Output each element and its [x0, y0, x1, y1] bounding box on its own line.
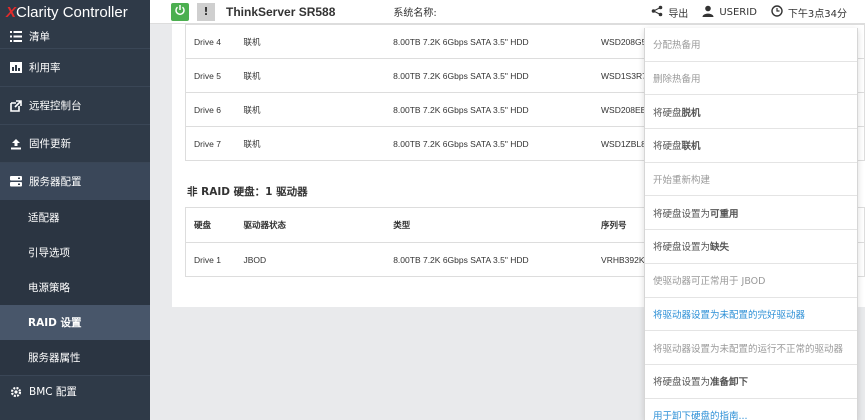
- user-label: USERID: [719, 6, 757, 18]
- sidebar-subitem-label: RAID 设置: [28, 317, 82, 329]
- drive-cell: Drive 4: [185, 24, 236, 59]
- state-cell: 联机: [235, 58, 386, 93]
- type-cell: 8.00TB 7.2K 6Gbps SATA 3.5" HDD: [385, 126, 593, 161]
- menu-item-label: 使驱动器可正常用于 JBOD: [653, 276, 766, 288]
- menu-item-emphasis: 联机: [681, 141, 701, 153]
- gear-icon: [9, 385, 23, 399]
- menu-item-label: 将驱动器设置为未配置的运行不正常的驱动器: [653, 343, 844, 355]
- sidebar-item-label: 利用率: [29, 62, 61, 74]
- menu-item-label: 将硬盘设置为: [653, 377, 711, 389]
- drive-cell: Drive 1: [185, 242, 236, 277]
- power-icon: [174, 4, 186, 19]
- sidebar-item-label: 清单: [29, 30, 50, 43]
- column-header-type[interactable]: 类型: [385, 207, 594, 243]
- menu-item-label: 分配热备用: [653, 40, 701, 52]
- menu-item-set-offline[interactable]: 将硬盘 脱机: [645, 95, 857, 130]
- sidebar-subitem-label: 适配器: [28, 212, 60, 224]
- column-header-drive[interactable]: 硬盘: [185, 207, 236, 243]
- sidebar-subitem-label: 引导选项: [28, 247, 70, 259]
- menu-item-start-rebuild[interactable]: 开始重新构建: [645, 163, 857, 197]
- sidebar-subitem-adapters[interactable]: 适配器: [0, 200, 150, 235]
- app-logo: XClarity Controller: [6, 4, 128, 21]
- menu-item-emphasis: 缺失: [710, 242, 730, 254]
- sidebar-item-remote-console[interactable]: 远程控制台: [0, 86, 150, 124]
- sidebar-item-label: BMC 配置: [29, 386, 77, 398]
- external-link-icon: [9, 99, 23, 113]
- menu-item-label: 开始重新构建: [653, 175, 711, 187]
- sidebar-item-inventory[interactable]: 清单: [0, 24, 150, 48]
- drive-cell: Drive 7: [185, 126, 236, 161]
- column-header-state[interactable]: 驱动器状态: [235, 207, 386, 243]
- sidebar-subitem-server-properties[interactable]: 服务器属性: [0, 340, 150, 375]
- menu-item-set-online[interactable]: 将硬盘 联机: [645, 129, 857, 163]
- sidebar-item-utilization[interactable]: 利用率: [0, 48, 150, 86]
- user-menu[interactable]: USERID: [702, 5, 757, 20]
- power-button[interactable]: [171, 2, 189, 21]
- export-label: 导出: [668, 8, 689, 20]
- menu-item-set-unconfigured-good[interactable]: 将驱动器设置为未配置的完好驱动器: [645, 298, 857, 332]
- top-header: ! ThinkServer SR588 系统名称: 导出 USERID 下午3点…: [150, 0, 865, 24]
- menu-item-remove-hot-spare[interactable]: 删除热备用: [645, 62, 857, 96]
- clock-icon: [771, 4, 788, 20]
- sidebar-item-label: 远程控制台: [29, 100, 82, 112]
- menu-item-emphasis: 可重用: [710, 208, 739, 220]
- state-cell: 联机: [235, 24, 386, 59]
- drive-cell: Drive 5: [185, 58, 236, 93]
- sidebar-subitem-raid-setup[interactable]: RAID 设置: [0, 305, 150, 340]
- bar-chart-icon: [9, 61, 23, 75]
- server-icon: [9, 175, 23, 189]
- sidebar-subitem-boot-options[interactable]: 引导选项: [0, 235, 150, 270]
- menu-item-set-unconfigured-bad[interactable]: 将驱动器设置为未配置的运行不正常的驱动器: [645, 331, 857, 365]
- user-icon: [702, 5, 719, 20]
- menu-item-label: 删除热备用: [653, 74, 701, 86]
- sidebar-subitem-label: 服务器属性: [28, 352, 81, 364]
- menu-item-emphasis: 脱机: [681, 107, 701, 119]
- menu-item-label: 用于卸下硬盘的指南...: [653, 410, 748, 420]
- menu-item-label: 将硬盘: [653, 141, 682, 153]
- export-button[interactable]: 导出: [651, 5, 688, 20]
- menu-item-label: 将硬盘设置为: [653, 208, 711, 220]
- menu-item-label: 将硬盘设置为: [653, 242, 711, 254]
- sidebar-subitem-power-policy[interactable]: 电源策略: [0, 270, 150, 305]
- menu-item-removal-guide-link[interactable]: 用于卸下硬盘的指南...: [645, 399, 857, 420]
- drive-actions-menu: 分配热备用 删除热备用 将硬盘 脱机 将硬盘 联机 开始重新构建 将硬盘设置为 可重用…: [644, 28, 858, 420]
- menu-item-label: 将驱动器设置为未配置的完好驱动器: [653, 309, 806, 321]
- type-cell: 8.00TB 7.2K 6Gbps SATA 3.5" HDD: [385, 58, 593, 93]
- warning-button[interactable]: !: [197, 2, 215, 21]
- time-label: 下午3点34分: [787, 8, 847, 20]
- sidebar-item-label: 服务器配置: [29, 176, 82, 188]
- list-icon: [9, 29, 23, 43]
- upload-icon: [9, 137, 23, 151]
- time-display: 下午3点34分: [771, 4, 847, 20]
- menu-item-label: 将硬盘: [653, 107, 682, 119]
- menu-item-assign-hot-spare[interactable]: 分配热备用: [645, 28, 857, 62]
- menu-item-set-reusable[interactable]: 将硬盘设置为 可重用: [645, 196, 857, 231]
- state-cell: 联机: [235, 126, 386, 161]
- warning-icon: !: [203, 5, 209, 18]
- type-cell: 8.00TB 7.2K 6Gbps SATA 3.5" HDD: [385, 92, 593, 127]
- menu-item-prepare-removal[interactable]: 将硬盘设置为 准备卸下: [645, 365, 857, 399]
- type-cell: 8.00TB 7.2K 6Gbps SATA 3.5" HDD: [385, 242, 594, 277]
- drive-cell: Drive 6: [185, 92, 236, 127]
- state-cell: JBOD: [235, 242, 386, 277]
- server-name: ThinkServer SR588: [226, 4, 336, 19]
- non-raid-title: 非 RAID 硬盘：1 驱动器: [187, 186, 308, 198]
- sidebar-item-label: 固件更新: [29, 138, 71, 150]
- sidebar-item-server-config[interactable]: 服务器配置: [0, 162, 150, 200]
- state-cell: 联机: [235, 92, 386, 127]
- sidebar: XClarity Controller 清单 利用率 远程控制台 固件更新 服务…: [0, 0, 150, 420]
- sidebar-item-bmc-config[interactable]: BMC 配置: [0, 375, 150, 407]
- type-cell: 8.00TB 7.2K 6Gbps SATA 3.5" HDD: [385, 24, 593, 59]
- system-name-label: 系统名称:: [393, 8, 437, 19]
- menu-item-make-jbod[interactable]: 使驱动器可正常用于 JBOD: [645, 264, 857, 298]
- menu-item-set-missing[interactable]: 将硬盘设置为 缺失: [645, 230, 857, 264]
- sidebar-subitem-label: 电源策略: [28, 282, 70, 294]
- share-icon: [651, 5, 668, 20]
- sidebar-item-firmware-update[interactable]: 固件更新: [0, 124, 150, 162]
- menu-item-emphasis: 准备卸下: [710, 377, 749, 389]
